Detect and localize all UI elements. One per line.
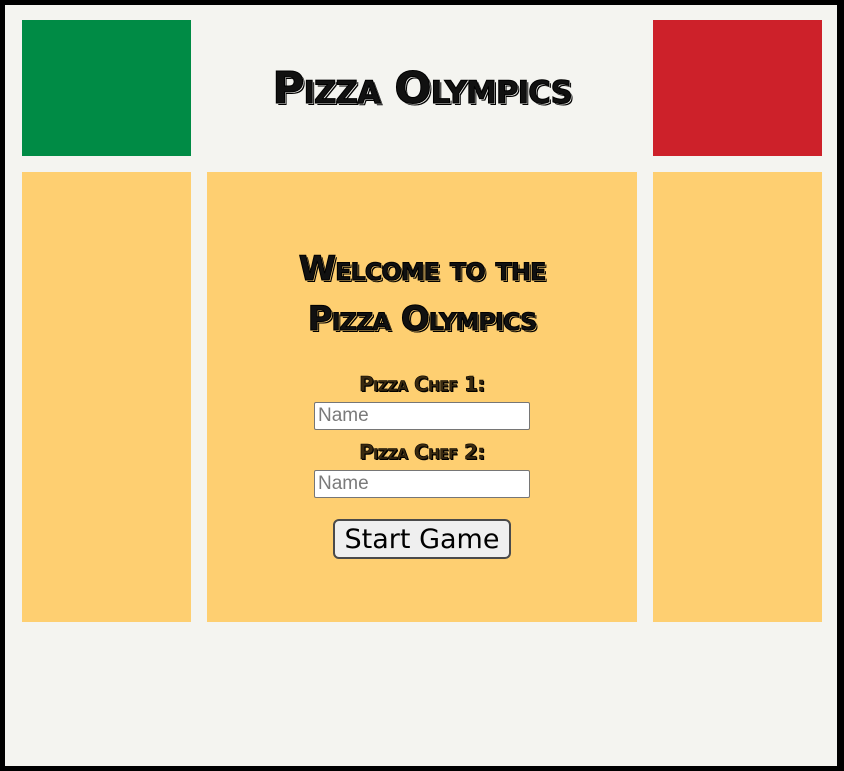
left-side-panel	[22, 172, 191, 622]
page-title: Pizza Olympics	[272, 62, 574, 114]
welcome-line-1: Welcome to the	[298, 249, 547, 290]
page-frame: Pizza Olympics Welcome to the Pizza Olym…	[5, 5, 839, 768]
italian-flag-red-block	[653, 20, 822, 156]
welcome-line-2: Pizza Olympics	[307, 299, 538, 340]
start-game-button[interactable]: Start Game	[332, 519, 512, 559]
chef-2-name-input[interactable]	[314, 470, 530, 498]
welcome-panel: Welcome to the Pizza Olympics Pizza Chef…	[207, 172, 637, 622]
chef-2-label: Pizza Chef 2:	[359, 440, 486, 465]
welcome-heading: Welcome to the Pizza Olympics	[298, 244, 547, 344]
chef-1-label: Pizza Chef 1:	[359, 372, 486, 397]
page-header: Pizza Olympics	[191, 20, 653, 156]
chef-1-name-input[interactable]	[314, 402, 530, 430]
italian-flag-green-block	[22, 20, 191, 156]
right-side-panel	[653, 172, 822, 622]
